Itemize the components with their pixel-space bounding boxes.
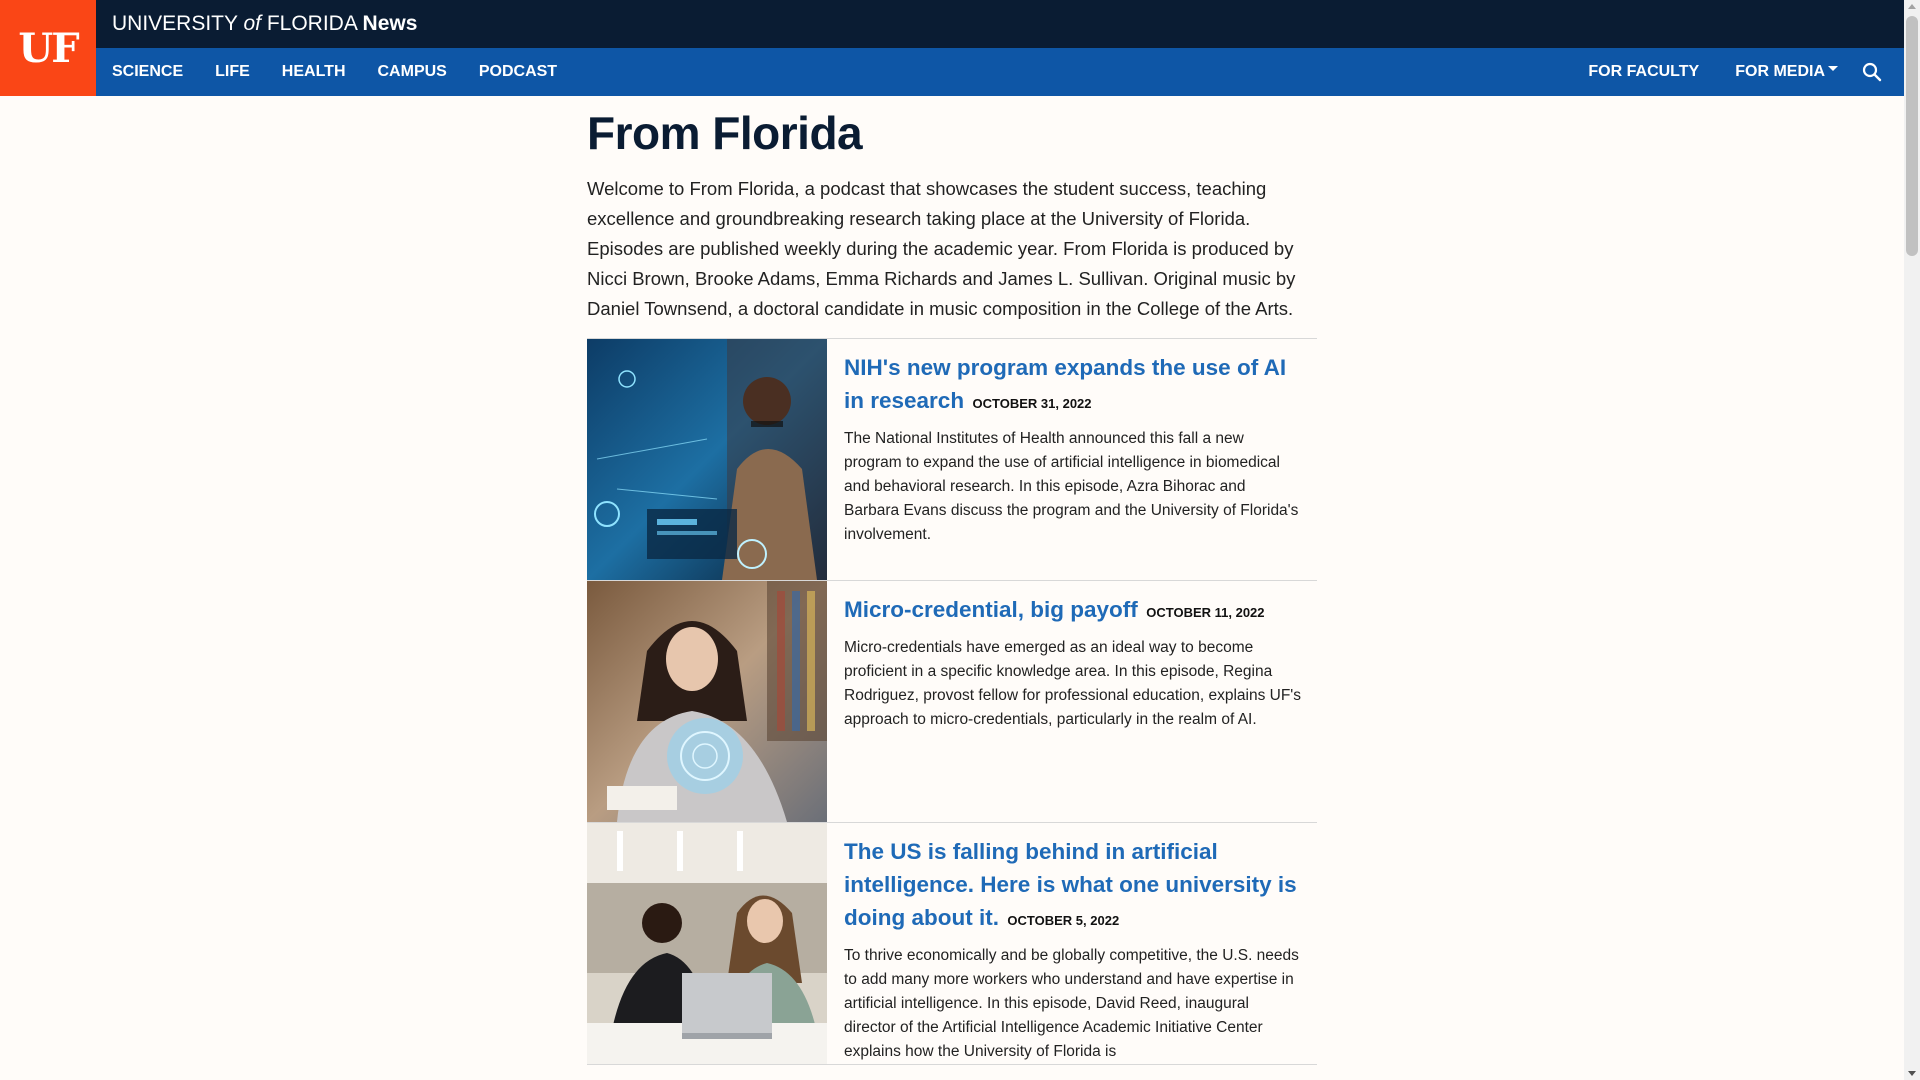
episode-item: The US is falling behind in artificial i… bbox=[587, 823, 1317, 1065]
episode-heading: NIH's new program expands the use of AI … bbox=[844, 353, 1301, 419]
nav-health[interactable]: HEALTH bbox=[266, 63, 362, 81]
nav-science[interactable]: SCIENCE bbox=[96, 63, 199, 81]
scrollbar-thumb[interactable] bbox=[1906, 16, 1918, 256]
main-nav: SCIENCE LIFE HEALTH CAMPUS PODCAST FOR F… bbox=[0, 48, 1904, 96]
top-bar: UNIVERSITY of FLORIDA News bbox=[0, 0, 1904, 48]
scroll-down-arrow-icon[interactable] bbox=[1908, 1071, 1916, 1076]
episode-item: NIH's new program expands the use of AI … bbox=[587, 339, 1317, 581]
episode-thumbnail[interactable] bbox=[587, 339, 827, 580]
episode-summary: To thrive economically and be globally c… bbox=[844, 947, 1299, 1060]
site-title-university: UNIVERSITY bbox=[112, 12, 244, 35]
ai-research-image bbox=[587, 339, 827, 580]
episode-date: OCTOBER 31, 2022 bbox=[972, 396, 1092, 411]
search-button[interactable] bbox=[1856, 56, 1888, 88]
nav-life[interactable]: LIFE bbox=[199, 63, 266, 81]
site-title-of: of bbox=[243, 12, 261, 35]
episode-title-link[interactable]: Micro-credential, big payoff bbox=[844, 597, 1138, 622]
nav-left: SCIENCE LIFE HEALTH CAMPUS PODCAST bbox=[96, 48, 573, 96]
nav-podcast[interactable]: PODCAST bbox=[463, 63, 573, 81]
site-title[interactable]: UNIVERSITY of FLORIDA News bbox=[112, 12, 417, 36]
podcast-intro: Welcome to From Florida, a podcast that … bbox=[587, 178, 1296, 319]
episode-list: NIH's new program expands the use of AI … bbox=[587, 338, 1317, 1065]
episode-heading: The US is falling behind in artificial i… bbox=[844, 837, 1301, 936]
episode-thumbnail[interactable] bbox=[587, 823, 827, 1064]
site-title-florida: FLORIDA bbox=[261, 12, 363, 35]
episode-summary: Micro-credentials have emerged as an ide… bbox=[844, 639, 1301, 728]
scroll-up-arrow-icon[interactable] bbox=[1908, 4, 1916, 9]
episode-body: The US is falling behind in artificial i… bbox=[827, 823, 1317, 1064]
episode-item: Micro-credential, big payoff OCTOBER 11,… bbox=[587, 581, 1317, 823]
nav-right: FOR FACULTY FOR MEDIA bbox=[1570, 48, 1888, 96]
nav-for-media-label: FOR MEDIA bbox=[1735, 63, 1825, 80]
episode-date: OCTOBER 11, 2022 bbox=[1146, 605, 1265, 620]
episode-date: OCTOBER 5, 2022 bbox=[1007, 913, 1120, 928]
nav-campus[interactable]: CAMPUS bbox=[362, 63, 463, 81]
site-title-news: News bbox=[362, 12, 418, 35]
episode-body: Micro-credential, big payoff OCTOBER 11,… bbox=[827, 581, 1317, 822]
uf-logo-text: UF bbox=[18, 24, 79, 72]
chevron-down-icon bbox=[1828, 66, 1838, 72]
nav-for-media[interactable]: FOR MEDIA bbox=[1717, 63, 1856, 81]
episode-thumbnail[interactable] bbox=[587, 581, 827, 822]
episode-body: NIH's new program expands the use of AI … bbox=[827, 339, 1317, 580]
nav-for-faculty[interactable]: FOR FACULTY bbox=[1570, 63, 1717, 81]
episode-summary: The National Institutes of Health announ… bbox=[844, 430, 1299, 543]
uf-logo[interactable]: UF bbox=[0, 0, 96, 96]
micro-credential-image bbox=[587, 581, 827, 822]
main-content: From Florida Welcome to From Florida, a … bbox=[587, 96, 1317, 1065]
search-icon bbox=[1862, 62, 1882, 82]
students-laptop-image bbox=[587, 823, 827, 1064]
episode-heading: Micro-credential, big payoff OCTOBER 11,… bbox=[844, 595, 1301, 628]
page-scrollbar[interactable] bbox=[1904, 0, 1920, 1080]
page-title: From Florida bbox=[587, 107, 863, 159]
